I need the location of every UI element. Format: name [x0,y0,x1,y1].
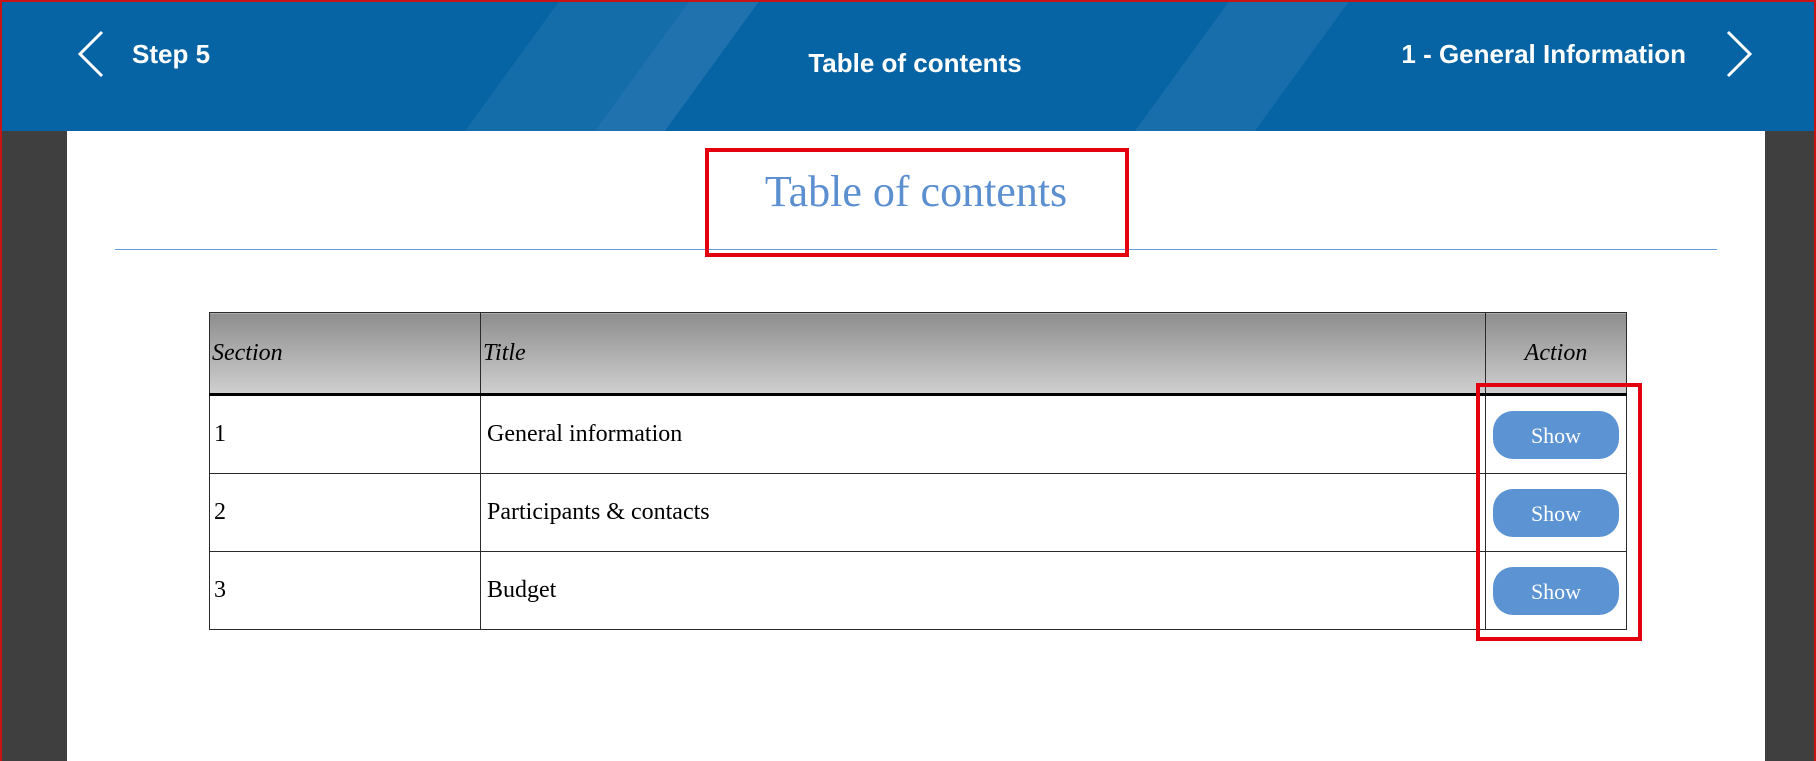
table-row: 1 General information Show [209,394,1627,474]
contents-table: Section Title Action 1 General informati… [209,312,1627,630]
section-title: Budget [480,551,1486,630]
action-cell: Show [1485,394,1627,474]
action-cell: Show [1485,551,1627,630]
document-title: Table of contents [764,167,1068,216]
next-step-button[interactable]: 1 - General Information [1401,22,1760,86]
document-page: Table of contents Section Title Action 1… [67,131,1765,761]
column-header-section: Section [209,312,481,395]
title-divider [115,249,1717,250]
show-button[interactable]: Show [1493,566,1619,615]
table-row: 2 Participants & contacts Show [209,473,1627,552]
previous-step-label: Step 5 [132,38,211,69]
top-nav-bar: Step 5 Table of contents 1 - General Inf… [0,0,1816,131]
chevron-left-icon [77,30,104,78]
column-header-title: Title [480,312,1486,395]
section-number: 3 [209,551,481,630]
next-step-label: 1 - General Information [1401,38,1686,69]
show-button[interactable]: Show [1493,410,1619,459]
show-button[interactable]: Show [1493,488,1619,537]
section-title: General information [480,394,1486,474]
table-row: 3 Budget Show [209,551,1627,630]
page-title: Table of contents [808,48,1022,78]
table-header-row: Section Title Action [209,312,1627,395]
action-cell: Show [1485,473,1627,552]
column-header-action: Action [1485,312,1627,395]
section-title: Participants & contacts [480,473,1486,552]
chevron-right-icon [1726,30,1753,78]
section-number: 1 [209,394,481,474]
previous-step-button[interactable]: Step 5 [70,22,210,86]
section-number: 2 [209,473,481,552]
